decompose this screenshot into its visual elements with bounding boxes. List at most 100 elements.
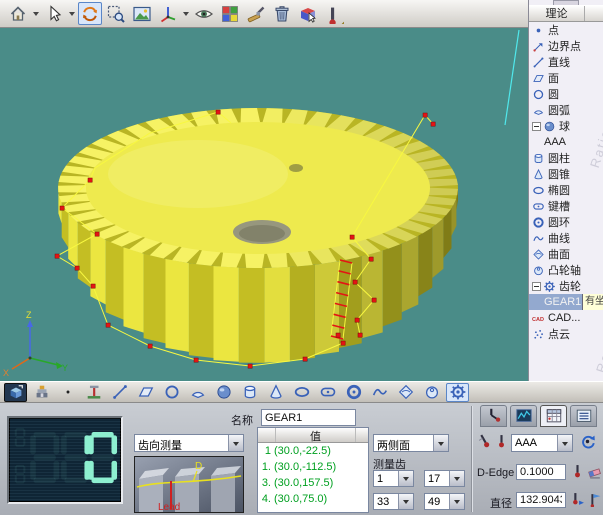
cubecursor-icon [298,4,318,24]
chevron-down-icon[interactable] [433,435,448,451]
chevron-down-icon[interactable] [398,494,413,509]
cone-icon [267,383,285,401]
axis-view-button[interactable] [156,2,180,25]
tree-item-[interactable]: 点云 [529,326,603,342]
chevron-down-icon[interactable] [557,435,572,451]
gear-3d-scene[interactable]: ZXY [0,28,528,381]
viewport-3d[interactable]: ZXY [0,28,528,381]
eraser-icon[interactable] [587,464,602,479]
point-feature-button[interactable] [56,383,79,402]
chevron-down-icon[interactable] [68,2,76,25]
sidebar-tab[interactable] [553,0,579,5]
collapse-expander-icon[interactable] [532,282,541,291]
cam-feature-button[interactable] [420,383,443,402]
tree-item-[interactable]: 直线 [529,54,603,70]
tooth-total-spinner[interactable]: 49 [424,493,465,510]
tree-item-cad[interactable]: CADCAD... [529,310,603,326]
value-row[interactable]: 1(30.0,-22.5) [258,443,368,459]
chevron-down-icon[interactable] [398,471,413,486]
gear-feature-button[interactable] [446,383,469,402]
chevron-down-icon[interactable] [449,471,464,486]
tree-item-[interactable]: 圆环 [529,214,603,230]
tree-item-[interactable]: 圆柱 [529,150,603,166]
machine-button[interactable] [30,383,53,402]
gear-name-input[interactable] [261,409,356,426]
color-palette-button[interactable] [218,2,242,25]
cylinder-icon [241,383,259,401]
chevron-down-icon[interactable] [449,494,464,509]
value-row[interactable]: 1.(30.0,-112.5) [258,459,368,475]
tree-item-[interactable]: 曲面 [529,246,603,262]
tree-item-[interactable]: 点 [529,22,603,38]
probe-edit-button[interactable] [322,2,346,25]
tree-item-label: 凸轮轴 [548,262,581,278]
probe-b-icon[interactable] [494,434,509,449]
collapse-expander-icon[interactable] [532,122,541,131]
probe-select-dropdown[interactable]: AAA [511,434,573,452]
probe-a-icon[interactable] [477,434,492,449]
tree-item-label: 齿轮 [559,278,581,294]
diameter-input[interactable] [516,492,566,508]
slot-feature-button[interactable] [316,383,339,402]
ellipse-feature-button[interactable] [290,383,313,402]
view-mode-button[interactable] [4,383,27,402]
chevron-down-icon[interactable] [182,2,190,25]
fit-view-button[interactable] [130,2,154,25]
flank-side-dropdown[interactable]: 两侧面 [373,434,449,452]
tree-item-[interactable]: 键槽 [529,198,603,214]
probe-point-icon[interactable] [570,464,585,479]
measured-values-table[interactable]: 值 1(30.0,-22.5)1.(30.0,-112.5)3.(30.0,15… [257,427,369,513]
tree-item-[interactable]: 凸轮轴 [529,262,603,278]
sphere-feature-button[interactable] [212,383,235,402]
tree-item-aaa[interactable]: AAA [529,134,603,150]
solid-select-button[interactable] [296,2,320,25]
tab-table[interactable] [540,405,567,427]
rotate-view-button[interactable] [78,2,102,25]
probe-arrow-icon[interactable] [570,492,585,507]
svg-text:CAD: CAD [532,317,544,323]
tab-graph[interactable] [510,405,537,427]
visibility-eye-button[interactable] [192,2,216,25]
value-row[interactable]: 3.(30.0,157.5) [258,475,368,491]
tooth-start2-spinner[interactable]: 33 [373,493,414,510]
cmm-machine-button[interactable] [82,383,105,402]
flank-side-value: 两侧面 [374,435,433,451]
tree-item-[interactable]: 面 [529,70,603,86]
delete-trash-button[interactable] [270,2,294,25]
chevron-down-icon[interactable] [228,435,243,451]
select-cursor-button[interactable] [42,2,66,25]
tree-header-label: 理论 [529,6,585,21]
plane-feature-button[interactable] [134,383,157,402]
tree-item-[interactable]: 圆弧 [529,102,603,118]
cylinder-feature-button[interactable] [238,383,261,402]
tab-probe[interactable] [480,405,507,427]
circle-feature-button[interactable] [160,383,183,402]
tooth-count-spinner[interactable]: 17 [424,470,465,487]
tree-item-[interactable]: 曲线 [529,230,603,246]
tree-item-gear1[interactable]: GEAR1有坐 [529,294,603,310]
tree-item-[interactable]: 圆 [529,86,603,102]
torus-feature-button[interactable] [342,383,365,402]
tree-item-[interactable]: 齿轮 [529,278,603,294]
lcd-counter-display [7,416,123,504]
cone-feature-button[interactable] [264,383,287,402]
curve-feature-button[interactable] [368,383,391,402]
tree-item-[interactable]: 圆锥 [529,166,603,182]
chevron-down-icon[interactable] [32,2,40,25]
line-feature-button[interactable] [108,383,131,402]
home-button[interactable] [6,2,30,25]
edit-tools-button[interactable] [244,2,268,25]
tree-item-[interactable]: 球 [529,118,603,134]
arc-feature-button[interactable] [186,383,209,402]
measure-mode-dropdown[interactable]: 齿向测量 [134,434,244,452]
tree-item-[interactable]: 椭圆 [529,182,603,198]
surface-feature-button[interactable] [394,383,417,402]
tab-list[interactable] [570,405,597,427]
zoom-window-button[interactable] [104,2,128,25]
dedge-input[interactable] [516,464,566,480]
probe-flag-icon[interactable] [587,492,602,507]
refresh-icon[interactable] [580,434,595,449]
tree-item-[interactable]: 边界点 [529,38,603,54]
tooth-start-spinner[interactable]: 1 [373,470,414,487]
value-row[interactable]: 4.(30.0,75.0) [258,491,368,507]
